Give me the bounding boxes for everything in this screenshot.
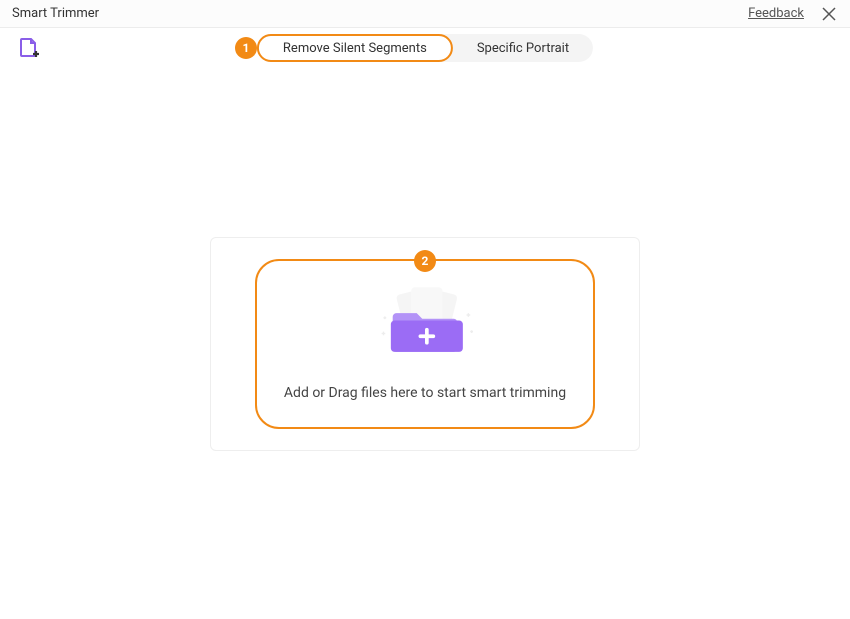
toolbar: Remove Silent Segments Specific Portrait xyxy=(0,28,850,68)
tab-remove-silent-segments[interactable]: Remove Silent Segments xyxy=(257,34,453,62)
tab-label: Remove Silent Segments xyxy=(283,41,427,56)
feedback-link[interactable]: Feedback xyxy=(748,6,804,21)
drop-card: 2 xyxy=(210,237,640,451)
file-dropzone[interactable]: 2 xyxy=(255,259,595,429)
titlebar: Smart Trimmer Feedback xyxy=(0,0,850,28)
step-badge-2: 2 xyxy=(414,250,436,272)
tab-specific-portrait[interactable]: Specific Portrait xyxy=(453,34,593,62)
tab-group: Remove Silent Segments Specific Portrait xyxy=(257,34,593,62)
page-title: Smart Trimmer xyxy=(12,6,99,21)
main-area: 2 xyxy=(0,68,850,619)
close-icon xyxy=(822,7,836,21)
close-button[interactable] xyxy=(820,5,838,23)
dropzone-text: Add or Drag files here to start smart tr… xyxy=(284,385,566,401)
tab-label: Specific Portrait xyxy=(477,41,569,56)
add-file-icon[interactable] xyxy=(18,37,40,59)
folder-add-icon xyxy=(365,287,485,367)
app-window: Smart Trimmer Feedback Remove Silent Seg… xyxy=(0,0,850,619)
titlebar-right: Feedback xyxy=(748,5,838,23)
step-badge-1: 1 xyxy=(235,37,257,59)
